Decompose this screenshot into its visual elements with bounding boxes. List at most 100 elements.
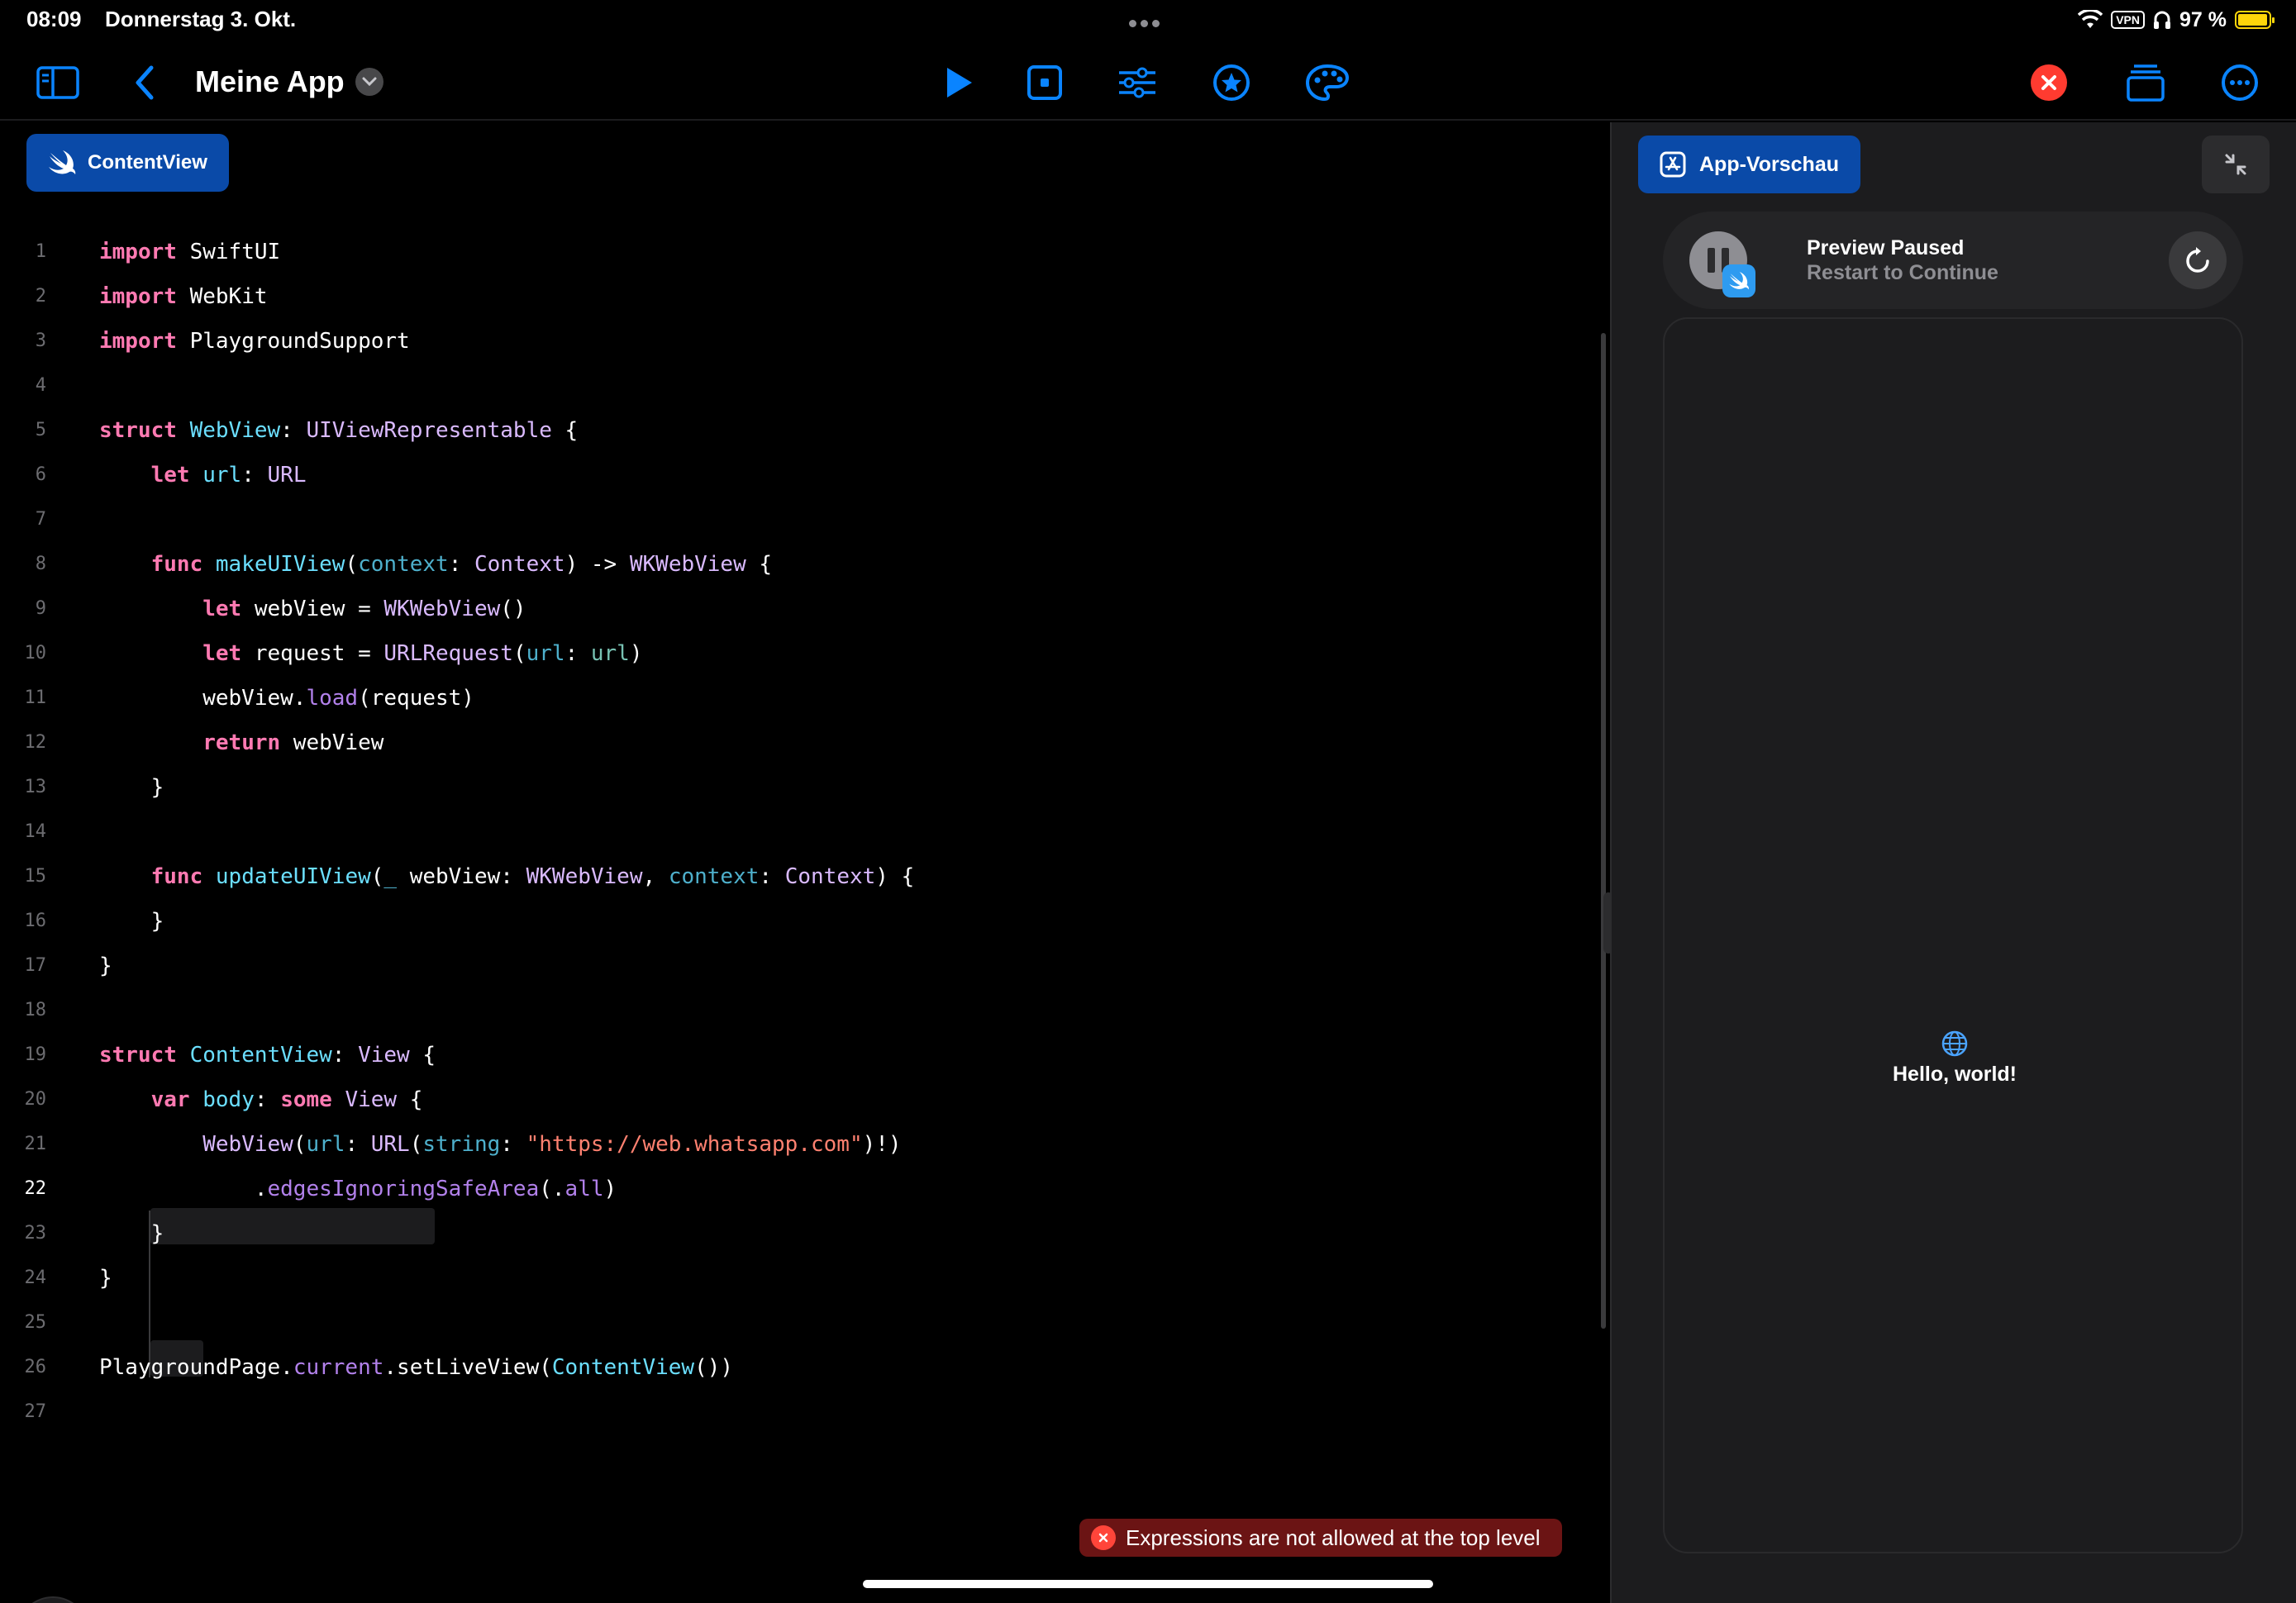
stack-icon[interactable] xyxy=(2121,58,2170,107)
code-line[interactable]: 18 xyxy=(0,988,1603,1033)
line-source[interactable]: } xyxy=(99,1211,164,1256)
line-source[interactable]: var body: some View { xyxy=(99,1077,423,1122)
line-source[interactable]: import PlaygroundSupport xyxy=(99,319,410,364)
stop-icon[interactable] xyxy=(1020,58,1069,107)
error-banner[interactable]: Expressions are not allowed at the top l… xyxy=(1079,1519,1562,1557)
line-source[interactable]: return webView xyxy=(99,721,383,765)
line-source[interactable]: let webView = WKWebView() xyxy=(99,587,526,631)
preview-tab[interactable]: App-Vorschau xyxy=(1638,136,1860,193)
code-line[interactable]: 5 struct WebView: UIViewRepresentable { xyxy=(0,408,1603,453)
code-line[interactable]: 25 xyxy=(0,1301,1603,1345)
error-icon xyxy=(1091,1525,1116,1550)
code-line[interactable]: 9 let webView = WKWebView() xyxy=(0,587,1603,631)
close-icon[interactable] xyxy=(2031,64,2067,101)
code-line[interactable]: 12 return webView xyxy=(0,721,1603,765)
code-token: ( xyxy=(293,1132,307,1157)
app-title[interactable]: Meine App xyxy=(195,64,345,99)
code-line[interactable]: 13 } xyxy=(0,765,1603,810)
code-token: : xyxy=(331,1043,359,1068)
code-token: webView xyxy=(280,730,384,755)
line-source[interactable]: struct WebView: UIViewRepresentable { xyxy=(99,408,578,453)
line-source[interactable]: func makeUIView(context: Context) -> WKW… xyxy=(99,542,772,587)
line-number: 23 xyxy=(24,1223,47,1244)
line-source[interactable]: } xyxy=(99,765,164,810)
multitasking-dots-icon[interactable] xyxy=(1129,17,1167,27)
code-line[interactable]: 6 let url: URL xyxy=(0,453,1603,497)
line-source[interactable]: .edgesIgnoringSafeArea(.all) xyxy=(99,1167,617,1211)
preview-device-frame[interactable]: Hello, world! xyxy=(1663,317,2243,1553)
wifi-icon xyxy=(2078,10,2103,28)
home-indicator[interactable] xyxy=(863,1580,1433,1588)
code-token: func xyxy=(150,864,203,889)
line-source[interactable]: } xyxy=(99,899,164,944)
status-indicators: VPN 97 % xyxy=(2078,7,2275,33)
preview-content-text: Hello, world! xyxy=(1893,1063,2017,1086)
line-source[interactable]: webView.load(request) xyxy=(99,676,474,721)
code-line[interactable]: 27 xyxy=(0,1390,1603,1434)
code-line[interactable]: 1 import SwiftUI xyxy=(0,230,1603,274)
code-token: } xyxy=(99,775,164,800)
sliders-icon[interactable] xyxy=(1112,58,1162,107)
code-line[interactable]: 17} xyxy=(0,944,1603,988)
toolbar: Meine App xyxy=(0,43,2296,121)
title-chevron-down-icon[interactable] xyxy=(355,68,383,96)
code-line[interactable]: 3 import PlaygroundSupport xyxy=(0,319,1603,364)
restart-button[interactable] xyxy=(2169,231,2227,289)
line-source[interactable]: PlaygroundPage.current.setLiveView(Conte… xyxy=(99,1345,733,1390)
line-number: 25 xyxy=(24,1312,47,1333)
line-source[interactable]: struct ContentView: View { xyxy=(99,1033,436,1077)
code-line[interactable]: 14 xyxy=(0,810,1603,854)
code-line[interactable]: 2 import WebKit xyxy=(0,274,1603,319)
code-lines[interactable]: 1 import SwiftUI 2 import WebKit 3 import Pla… xyxy=(0,230,1603,1434)
line-number: 11 xyxy=(24,687,47,708)
code-line[interactable]: 22 .edgesIgnoringSafeArea(.all) xyxy=(0,1167,1603,1211)
collapse-arrows-icon xyxy=(2225,154,2246,175)
line-source[interactable]: func updateUIView(_ webView: WKWebView, … xyxy=(99,854,915,899)
more-icon[interactable] xyxy=(2215,58,2265,107)
code-line[interactable]: 11 webView.load(request) xyxy=(0,676,1603,721)
line-source[interactable]: import WebKit xyxy=(99,274,268,319)
code-token: URL xyxy=(267,463,307,488)
code-token: WebKit xyxy=(176,284,268,309)
file-tab-label: ContentView xyxy=(88,151,207,174)
code-line[interactable]: 21 WebView(url: URL(string: "https://web… xyxy=(0,1122,1603,1167)
code-line[interactable]: 4 xyxy=(0,364,1603,408)
line-source[interactable]: import SwiftUI xyxy=(99,230,280,274)
back-chevron-icon[interactable] xyxy=(119,58,169,107)
sidebar-icon[interactable] xyxy=(33,58,83,107)
code-line[interactable]: 20 var body: some View { xyxy=(0,1077,1603,1122)
palette-icon[interactable] xyxy=(1303,58,1352,107)
code-token: all xyxy=(564,1177,604,1201)
line-number: 21 xyxy=(24,1134,47,1154)
code-line[interactable]: 8 func makeUIView(context: Context) -> W… xyxy=(0,542,1603,587)
file-tab-contentview[interactable]: ContentView xyxy=(26,134,229,192)
line-source[interactable]: let request = URLRequest(url: url) xyxy=(99,631,642,676)
restart-icon xyxy=(2186,247,2209,273)
expand-button[interactable] xyxy=(2202,136,2270,193)
code-line[interactable]: 19 struct ContentView: View { xyxy=(0,1033,1603,1077)
play-icon[interactable] xyxy=(934,58,984,107)
code-line[interactable]: 16 } xyxy=(0,899,1603,944)
code-line[interactable]: 23 } xyxy=(0,1211,1603,1256)
code-line[interactable]: 7 xyxy=(0,497,1603,542)
line-source[interactable]: WebView(url: URL(string: "https://web.wh… xyxy=(99,1122,901,1167)
line-number: 14 xyxy=(24,821,47,842)
code-line[interactable]: 26 PlaygroundPage.current.setLiveView(Con… xyxy=(0,1345,1603,1390)
code-token: ( xyxy=(409,1132,423,1157)
star-icon[interactable] xyxy=(1207,58,1256,107)
code-line[interactable]: 15 func updateUIView(_ webView: WKWebVie… xyxy=(0,854,1603,899)
code-line[interactable]: 10 let request = URLRequest(url: url) xyxy=(0,631,1603,676)
code-line[interactable]: 24} xyxy=(0,1256,1603,1301)
line-number: 1 xyxy=(35,241,46,262)
line-source[interactable]: } xyxy=(99,1256,112,1301)
line-number: 9 xyxy=(35,598,46,619)
line-source[interactable]: let url: URL xyxy=(99,453,307,497)
code-token: . xyxy=(99,1177,268,1201)
code-editor[interactable]: ContentView 1 import SwiftUI 2 import WebKi… xyxy=(0,122,1613,1603)
line-source[interactable]: } xyxy=(99,944,112,988)
console-button[interactable] xyxy=(17,1596,89,1603)
preview-status-subtitle: Restart to Continue xyxy=(1807,261,1998,284)
editor-scrollbar[interactable] xyxy=(1601,333,1606,1329)
